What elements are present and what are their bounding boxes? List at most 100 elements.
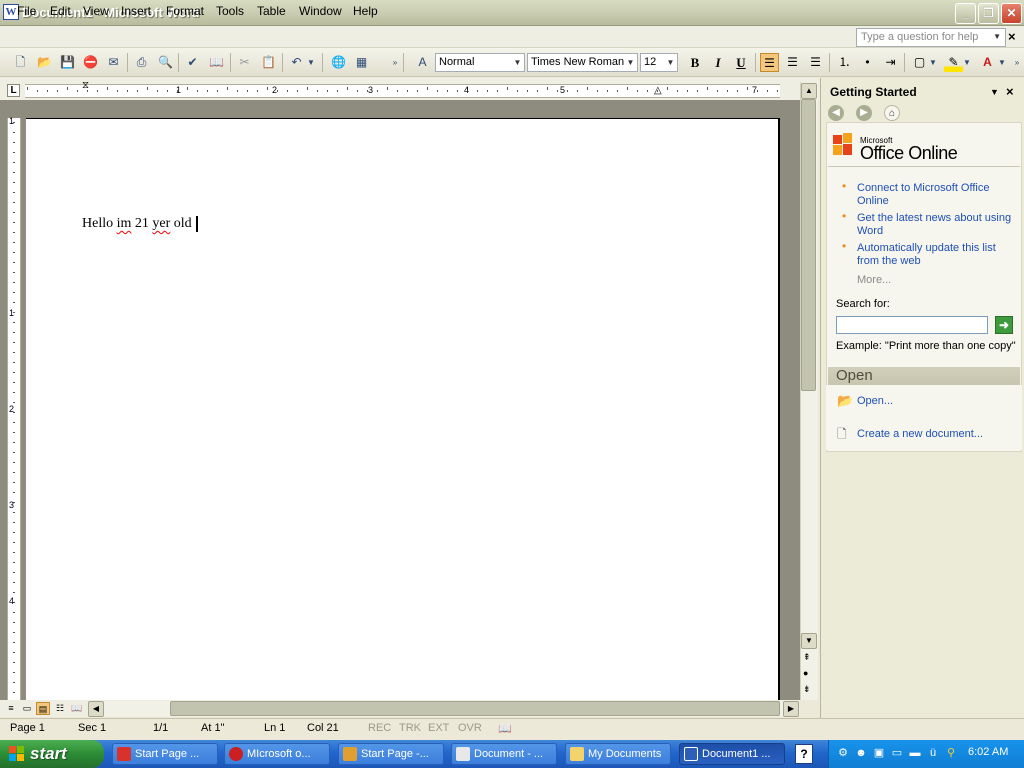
horizontal-scroll-thumb[interactable] [170,701,780,716]
reading-layout-icon[interactable]: 📖 [70,702,84,715]
previous-page-icon[interactable]: ⇞ [803,652,811,663]
style-select[interactable]: Normal ▼ [435,53,525,72]
new-document-icon[interactable]: 🗋 [11,53,30,72]
chevron-down-icon[interactable]: ▼ [990,87,999,97]
outline-view-icon[interactable]: ☷ [53,702,67,715]
document-page[interactable] [26,118,780,700]
align-left-icon[interactable]: ☰ [760,53,779,72]
menu-view[interactable]: View [83,4,109,18]
undo-icon[interactable]: ↶ [287,53,306,72]
monitor-icon[interactable]: ▣ [872,746,886,760]
open-link[interactable]: Open... [857,395,1017,408]
research-icon[interactable]: 📖 [207,53,226,72]
styles-formatting-icon[interactable]: A [413,53,432,72]
more-link[interactable]: More... [857,274,891,286]
scroll-down-icon[interactable]: ▼ [801,633,817,649]
minimize-button[interactable]: _ [955,3,976,24]
tab-selector[interactable]: L [7,84,20,97]
scroll-up-icon[interactable]: ▲ [801,83,817,99]
print-preview-icon[interactable]: 🔍 [156,53,175,72]
hyperlink-icon[interactable]: 🌐 [329,53,348,72]
display-icon[interactable]: ▭ [890,746,904,760]
volume-icon[interactable]: ▬ [908,746,922,760]
email-icon[interactable]: ✉ [104,53,123,72]
menu-insert[interactable]: Insert [121,4,151,18]
justify-icon[interactable]: ☰ [806,53,825,72]
document-close-button[interactable]: × [1008,29,1016,44]
status-trk[interactable]: TRK [399,722,421,734]
status-ext[interactable]: EXT [428,722,449,734]
save-icon[interactable]: 💾 [58,53,77,72]
select-browse-object-icon[interactable]: ● [803,668,808,678]
first-line-indent-icon[interactable]: ⧖ [82,80,89,91]
underline-button[interactable]: U [731,53,751,72]
messenger-icon[interactable]: ☻ [854,746,868,760]
scroll-left-icon[interactable]: ◀ [88,701,104,717]
link-latest-news[interactable]: Get the latest news about using Word [857,212,1017,238]
misspelled-word[interactable]: im [117,216,132,231]
taskbar-task[interactable]: Start Page -... [338,743,444,765]
horizontal-ruler[interactable] [25,84,780,98]
help-icon[interactable]: ? [795,744,813,764]
status-rec[interactable]: REC [368,722,391,734]
paste-icon[interactable]: 📋 [259,53,278,72]
home-icon[interactable]: ⌂ [884,105,900,121]
link-connect-office-online[interactable]: Connect to Microsoft Office Online [857,182,1017,208]
toolbar-options-icon[interactable]: » [1012,53,1022,72]
chevron-down-icon[interactable]: ▼ [625,55,636,70]
office-online-logo[interactable]: Office Online [860,143,958,164]
create-new-document-link[interactable]: Create a new document... [857,428,1017,441]
menu-edit[interactable]: Edit [50,4,71,18]
menu-format[interactable]: Format [166,4,204,18]
print-icon[interactable]: ⎙ [132,53,151,72]
status-ovr[interactable]: OVR [458,722,482,734]
network-icon[interactable]: ⚙ [836,746,850,760]
menu-table[interactable]: Table [257,4,286,18]
permission-icon[interactable]: ⛔ [81,53,100,72]
web-layout-icon[interactable]: ▭ [20,702,34,715]
vertical-scroll-thumb[interactable] [801,99,816,391]
cut-icon[interactable]: ✂ [235,53,254,72]
task-pane-title[interactable]: Getting Started [830,85,917,99]
font-size-select[interactable]: 12 ▼ [640,53,678,72]
open-folder-icon[interactable]: 📂 [35,53,54,72]
search-go-icon[interactable]: ➜ [995,316,1013,334]
back-icon[interactable]: ◀ [828,105,844,121]
clock[interactable]: 6:02 AM [968,746,1008,758]
close-button[interactable]: ✕ [1001,3,1022,24]
taskbar-task[interactable]: Start Page ... [112,743,218,765]
bullets-icon[interactable]: • [858,53,877,72]
italic-button[interactable]: I [708,53,728,72]
ask-question-box[interactable]: Type a question for help ▼ [856,28,1006,47]
chevron-down-icon[interactable]: ▼ [993,32,1001,41]
print-layout-icon[interactable]: ▤ [36,702,50,715]
spelling-icon[interactable]: ✔ [183,53,202,72]
highlight-icon[interactable]: ✎ [944,53,963,72]
misspelled-word[interactable]: yer [152,216,170,231]
forward-icon[interactable]: ▶ [856,105,872,121]
font-color-icon[interactable]: A [978,53,997,72]
scroll-right-icon[interactable]: ▶ [783,701,799,717]
search-icon[interactable]: ⚲ [944,746,958,760]
undo-dropdown-icon[interactable]: ▼ [306,53,316,72]
borders-dropdown-icon[interactable]: ▼ [928,53,938,72]
taskbar-task[interactable]: Document - ... [451,743,557,765]
taskbar-task[interactable]: My Documents [565,743,671,765]
restore-button[interactable]: ❐ [978,3,999,24]
font-color-dropdown-icon[interactable]: ▼ [997,53,1007,72]
menu-tools[interactable]: Tools [216,4,244,18]
normal-view-icon[interactable]: ≡ [4,702,18,715]
table-icon[interactable]: ▦ [352,53,371,72]
bold-button[interactable]: B [685,53,705,72]
spelling-status-icon[interactable]: 📖 [498,722,512,735]
language-icon[interactable]: ü [926,746,940,760]
toolbar-options-icon[interactable]: » [391,53,399,72]
taskbar-task[interactable]: MIcrosoft o... [224,743,330,765]
chevron-down-icon[interactable]: ▼ [512,55,523,70]
font-select[interactable]: Times New Roman ▼ [527,53,638,72]
close-icon[interactable]: × [1006,84,1014,99]
link-auto-update[interactable]: Automatically update this list from the … [857,242,1017,268]
align-center-icon[interactable]: ☰ [783,53,802,72]
menu-file[interactable]: File [17,4,36,18]
menu-help[interactable]: Help [353,4,378,18]
